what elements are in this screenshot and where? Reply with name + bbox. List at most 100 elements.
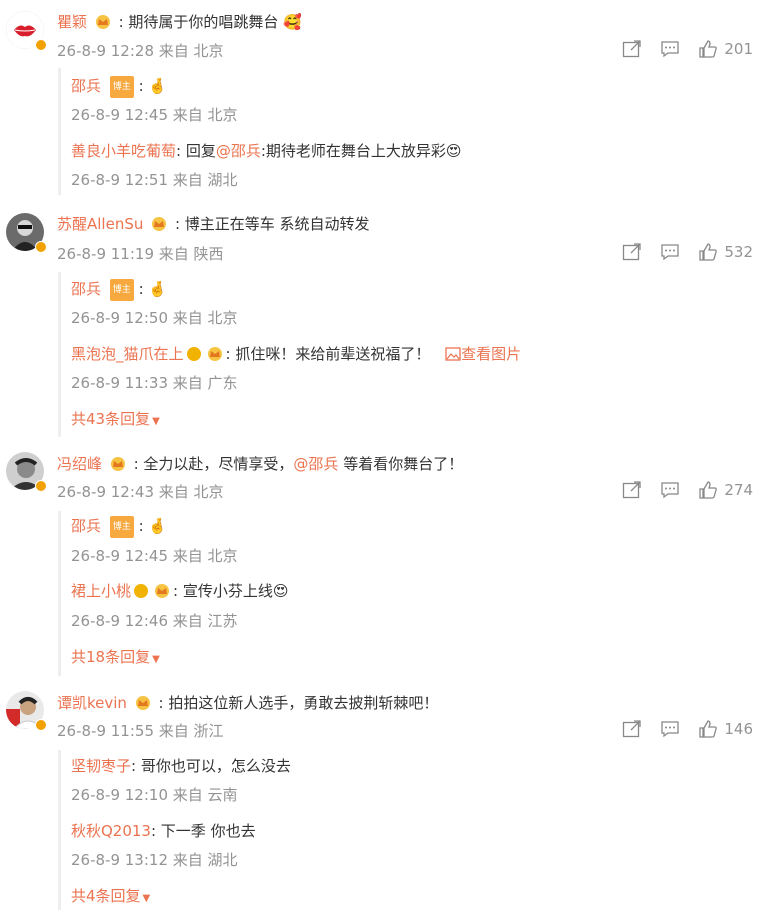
crown-icon [110,457,125,471]
more-replies-label: 共43条回复 [71,410,151,428]
emoji: 😍 [445,142,462,160]
crown-icon [155,584,170,598]
reply-meta: 26-8-9 13:12 来自 湖北 [71,851,238,869]
caret-down-icon: ▼ [152,416,160,427]
comment-icon[interactable] [660,40,680,58]
crown-icon [135,696,150,710]
comment-icon[interactable] [660,481,680,499]
emoji: 🤞 [148,77,168,95]
reply: 裙上小桃 : 宣传小芬上线😍 [71,581,288,601]
comment-meta: 26-8-9 12:43 来自 北京 [57,483,224,501]
like-count: 532 [724,243,753,261]
reply-meta: 26-8-9 11:33 来自 广东 [71,374,238,392]
username[interactable]: 苏醒AllenSu [57,215,143,233]
more-replies-label: 共18条回复 [71,648,151,666]
more-replies-link[interactable]: 共4条回复 ▼ [71,886,150,909]
reply-username[interactable]: 邵兵 [71,280,101,298]
comment-meta: 26-8-9 11:19 来自 陕西 [57,245,224,263]
share-icon[interactable] [622,720,642,738]
avatar[interactable] [6,11,47,51]
more-replies-label: 共4条回复 [71,887,141,905]
avatar[interactable] [6,452,47,492]
mention-link[interactable]: @邵兵 [216,142,261,160]
mention-link[interactable]: @邵兵 [293,455,338,473]
avatar[interactable] [6,213,47,253]
more-replies-link[interactable]: 共43条回复 ▼ [71,409,160,432]
reply: 邵兵 博主 : 🤞 [71,279,167,301]
verified-badge [35,39,47,51]
image-icon[interactable] [445,347,461,361]
reply-meta: 26-8-9 12:51 来自 湖北 [71,171,238,189]
reply-text: : [138,517,149,535]
comment-text: : 博主正在等车 系统自动转发 [174,215,370,233]
reply: 邵兵 博主 : 🤞 [71,516,167,538]
reply: 秋秋Q2013: 下一季 你也去 [71,821,256,841]
reply-list: 邵兵 博主 : 🤞 26-8-9 12:45 来自 北京 善良小羊吃葡萄: 回复… [58,68,761,195]
share-icon[interactable] [622,40,642,58]
more-replies-link[interactable]: 共18条回复 ▼ [71,647,160,670]
reply: 黑泡泡_猫爪在上 : 抓住咪！来给前辈送祝福了！ 查看图片 [71,344,521,364]
crown-icon [95,15,110,29]
reply: 邵兵 博主 : 🤞 [71,76,167,98]
avatar[interactable] [6,691,47,731]
comment-meta: 26-8-9 12:28 来自 北京 [57,42,224,60]
verified-badge [35,480,47,492]
reply-list: 坚韧枣子: 哥你也可以，怎么没去 26-8-9 12:10 来自 云南 秋秋Q2… [58,750,761,910]
reply-username[interactable]: 秋秋Q2013 [71,822,151,840]
like-count: 146 [724,720,753,738]
caret-down-icon: ▼ [142,893,151,904]
reply-username[interactable]: 坚韧枣子 [71,757,131,775]
like-icon[interactable] [698,40,718,58]
like-count: 201 [724,40,753,58]
reply-username[interactable]: 黑泡泡_猫爪在上 [71,345,184,363]
comment-text: : 全力以赴，尽情享受， [133,455,294,473]
verified-icon [134,584,149,598]
reply-username[interactable]: 邵兵 [71,77,101,95]
verified-icon [186,347,201,361]
comment-meta: 26-8-9 11:55 来自 浙江 [57,722,224,740]
share-icon[interactable] [622,481,642,499]
like-icon[interactable] [698,720,718,738]
like-count: 274 [724,481,753,499]
reply-text: : [138,77,149,95]
reply-list: 邵兵 博主 : 🤞 26-8-9 12:45 来自 北京 裙上小桃 : 宣传小芬上… [58,511,761,676]
share-icon[interactable] [622,243,642,261]
username[interactable]: 谭凯kevin [57,694,127,712]
reply-username[interactable]: 邵兵 [71,517,101,535]
like-icon[interactable] [698,243,718,261]
reply-meta: 26-8-9 12:45 来自 北京 [71,106,238,124]
reply-text: : 抓住咪！来给前辈送祝福了！ [225,345,431,363]
caret-down-icon: ▼ [152,654,160,665]
comment-icon[interactable] [660,243,680,261]
emoji: 🤞 [148,280,168,298]
author-tag: 博主 [109,279,134,301]
author-tag: 博主 [109,516,134,538]
reply-meta: 26-8-9 12:46 来自 江苏 [71,612,238,630]
view-image-link[interactable]: 查看图片 [461,345,521,363]
reply-text: : 哥你也可以，怎么没去 [131,757,291,775]
reply-username[interactable]: 裙上小桃 [71,582,131,600]
comment-text: : 拍拍这位新人选手，勇敢去披荆斩棘吧！ [158,694,439,712]
emoji: 🤞 [148,517,168,535]
emoji: 😍 [272,582,289,600]
like-icon[interactable] [698,481,718,499]
reply: 善良小羊吃葡萄: 回复@邵兵:期待老师在舞台上大放异彩😍 [71,141,462,161]
reply-text: : [138,280,149,298]
author-tag: 博主 [109,76,134,98]
comment-icon[interactable] [660,720,680,738]
reply-meta: 26-8-9 12:10 来自 云南 [71,786,238,804]
emoji: 🥰 [283,13,302,31]
reply-meta: 26-8-9 12:45 来自 北京 [71,547,238,565]
reply-text: : 下一季 你也去 [150,822,256,840]
comment-text-cont: 等着看你舞台了！ [338,455,464,473]
verified-badge [35,241,47,253]
reply-prefix: : 回复 [176,142,216,160]
username[interactable]: 瞿颖 [57,13,87,31]
verified-badge [35,719,47,731]
reply-meta: 26-8-9 12:50 来自 北京 [71,309,238,327]
reply-text: : 宣传小芬上线 [173,582,273,600]
comment-text: : 期待属于你的唱跳舞台 [118,13,279,31]
username[interactable]: 冯绍峰 [57,455,102,473]
reply-username[interactable]: 善良小羊吃葡萄 [71,142,176,160]
reply: 坚韧枣子: 哥你也可以，怎么没去 [71,756,291,776]
